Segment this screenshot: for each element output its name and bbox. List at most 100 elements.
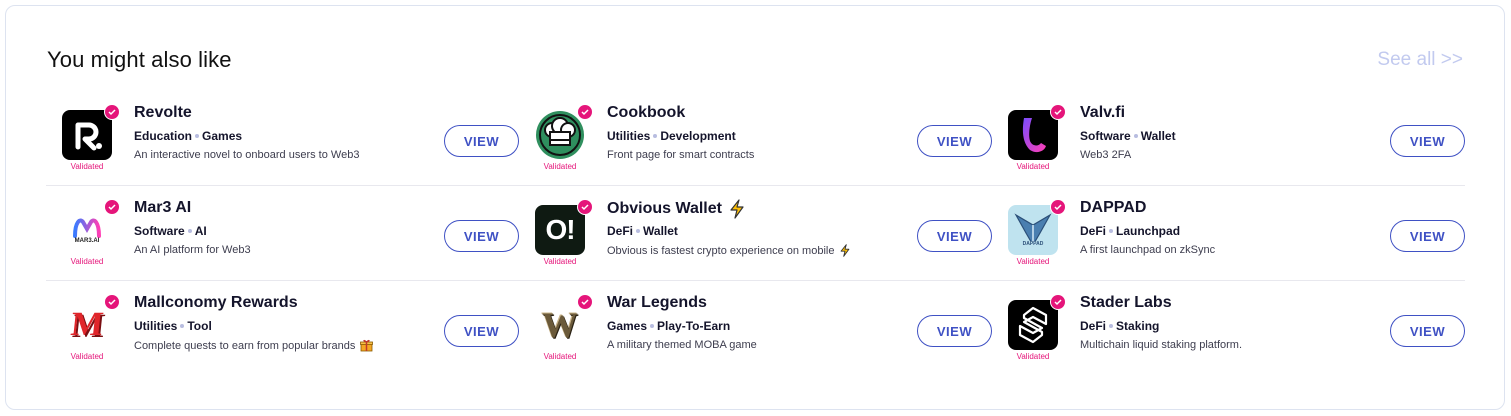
app-tags: Games Play-To-Earn bbox=[607, 319, 730, 333]
app-tag: DeFi bbox=[1080, 319, 1107, 333]
view-button[interactable]: VIEW bbox=[444, 315, 519, 347]
app-tags: Utilities Development bbox=[607, 129, 736, 143]
validated-label: Validated bbox=[543, 352, 577, 361]
validated-label: Validated bbox=[1016, 162, 1050, 171]
view-button[interactable]: VIEW bbox=[1390, 125, 1465, 157]
app-description: Multichain liquid staking platform. bbox=[1080, 339, 1243, 351]
verified-check-icon bbox=[104, 294, 120, 310]
app-logo[interactable]: Validated bbox=[62, 104, 120, 172]
app-name[interactable]: DAPPAD bbox=[1080, 199, 1146, 217]
app-tag: Tool bbox=[187, 319, 212, 333]
app-name[interactable]: Revolte bbox=[134, 104, 192, 122]
app-description: An AI platform for Web3 bbox=[134, 244, 251, 256]
app-name[interactable]: Stader Labs bbox=[1080, 294, 1172, 312]
mallconomy-logo-icon: M bbox=[62, 300, 112, 350]
verified-check-icon bbox=[104, 104, 120, 120]
view-button[interactable]: VIEW bbox=[917, 125, 992, 157]
separator-dot bbox=[180, 324, 185, 328]
separator-dot bbox=[636, 229, 641, 233]
app-tag: Games bbox=[202, 129, 243, 143]
app-card-dappad: DAPPAD Validated DAPPAD DeFi Launchpad A … bbox=[992, 186, 1465, 281]
separator-dot bbox=[1109, 229, 1114, 233]
separator-dot bbox=[195, 134, 200, 138]
app-tags: Software AI bbox=[134, 224, 207, 238]
app-description: Front page for smart contracts bbox=[607, 149, 755, 161]
app-tags: DeFi Launchpad bbox=[1080, 224, 1180, 238]
view-button[interactable]: VIEW bbox=[444, 125, 519, 157]
app-tags: Software Wallet bbox=[1080, 129, 1176, 143]
apps-row: M Validated Mallconomy Rewards Utilities… bbox=[46, 281, 1465, 376]
verified-check-icon bbox=[1050, 199, 1066, 215]
app-name[interactable]: Valv.fi bbox=[1080, 104, 1125, 122]
verified-check-icon bbox=[1050, 294, 1066, 310]
svg-text:DAPPAD: DAPPAD bbox=[1023, 241, 1044, 247]
app-name[interactable]: War Legends bbox=[607, 294, 707, 312]
app-logo[interactable]: Validated bbox=[1008, 104, 1066, 172]
gift-icon bbox=[360, 339, 374, 352]
war-legends-logo-icon: W bbox=[535, 300, 585, 350]
app-tags: Education Games bbox=[134, 129, 242, 143]
app-card-cookbook: Validated Cookbook Utilities Development … bbox=[519, 91, 992, 186]
app-tag: Development bbox=[660, 129, 736, 143]
apps-grid: Validated Revolte Education Games An inte… bbox=[46, 91, 1465, 376]
app-card-mallconomy: M Validated Mallconomy Rewards Utilities… bbox=[46, 281, 519, 376]
revolte-logo-icon bbox=[62, 110, 112, 160]
war-legends-logo-text: W bbox=[542, 305, 578, 345]
app-description: Obvious is fastest crypto experience on … bbox=[607, 244, 851, 257]
validated-label: Validated bbox=[1016, 352, 1050, 361]
app-name[interactable]: Mar3 AI bbox=[134, 199, 191, 217]
chef-hat-icon bbox=[535, 110, 585, 160]
lightning-icon bbox=[730, 199, 744, 219]
mar3-logo-text: MAR3.AI bbox=[74, 238, 100, 244]
app-logo[interactable]: DAPPAD Validated bbox=[1008, 199, 1066, 267]
app-logo[interactable]: MAR3.AI Validated bbox=[62, 199, 120, 267]
app-tag: Utilities bbox=[134, 319, 178, 333]
app-name[interactable]: Mallconomy Rewards bbox=[134, 294, 298, 312]
app-tag: Wallet bbox=[1140, 129, 1176, 143]
lightning-icon bbox=[841, 244, 850, 257]
mallconomy-logo-text: M bbox=[69, 306, 106, 343]
apps-row: MAR3.AI Validated Mar3 AI Software AI An … bbox=[46, 186, 1465, 281]
recommendations-panel: You might also like See all >> Validated bbox=[5, 5, 1505, 410]
validated-label: Validated bbox=[70, 352, 104, 361]
app-card-valvfi: Validated Valv.fi Software Wallet Web3 2F… bbox=[992, 91, 1465, 186]
valv-logo-icon bbox=[1008, 110, 1058, 160]
app-tag: Software bbox=[1080, 129, 1131, 143]
view-button[interactable]: VIEW bbox=[1390, 220, 1465, 252]
dappad-logo-icon: DAPPAD bbox=[1008, 205, 1058, 255]
app-logo[interactable]: M Validated bbox=[62, 294, 120, 362]
view-button[interactable]: VIEW bbox=[1390, 315, 1465, 347]
app-tag: Launchpad bbox=[1116, 224, 1181, 238]
view-button[interactable]: VIEW bbox=[917, 220, 992, 252]
app-logo[interactable]: Validated bbox=[1008, 294, 1066, 362]
app-card-stader-labs: Validated Stader Labs DeFi Staking Multic… bbox=[992, 281, 1465, 376]
separator-dot bbox=[187, 229, 192, 233]
obvious-logo-icon: O! bbox=[535, 205, 585, 255]
obvious-logo-text: O! bbox=[545, 214, 575, 245]
app-tag: Education bbox=[134, 129, 193, 143]
validated-label: Validated bbox=[543, 162, 577, 171]
app-tags: DeFi Wallet bbox=[607, 224, 678, 238]
app-tag: Games bbox=[607, 319, 648, 333]
app-tag: Utilities bbox=[607, 129, 651, 143]
mar3-logo-icon: MAR3.AI bbox=[62, 205, 112, 255]
app-card-war-legends: W Validated War Legends Games Play-To-Ear… bbox=[519, 281, 992, 376]
app-logo[interactable]: Validated bbox=[535, 104, 593, 172]
app-logo[interactable]: O! Validated bbox=[535, 199, 593, 267]
view-button[interactable]: VIEW bbox=[444, 220, 519, 252]
app-tags: Utilities Tool bbox=[134, 319, 212, 333]
app-description: Web3 2FA bbox=[1080, 149, 1132, 161]
app-tag: AI bbox=[194, 224, 207, 238]
app-tags: DeFi Staking bbox=[1080, 319, 1159, 333]
separator-dot bbox=[1109, 324, 1114, 328]
app-description: A military themed MOBA game bbox=[607, 339, 757, 351]
app-name[interactable]: Cookbook bbox=[607, 104, 685, 122]
view-button[interactable]: VIEW bbox=[917, 315, 992, 347]
validated-label: Validated bbox=[70, 257, 104, 266]
see-all-link[interactable]: See all >> bbox=[1377, 49, 1463, 71]
app-name[interactable]: Obvious Wallet bbox=[607, 199, 746, 219]
app-logo[interactable]: W Validated bbox=[535, 294, 593, 362]
app-tag: Staking bbox=[1116, 319, 1160, 333]
app-tag: Play-To-Earn bbox=[657, 319, 731, 333]
app-card-mar3-ai: MAR3.AI Validated Mar3 AI Software AI An … bbox=[46, 186, 519, 281]
